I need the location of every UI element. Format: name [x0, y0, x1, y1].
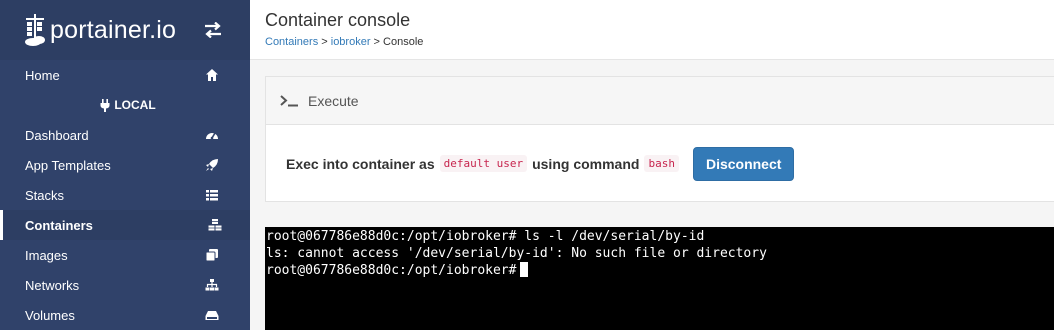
breadcrumb-separator: > [318, 36, 331, 48]
exec-prefix-text: Exec into container as [286, 155, 435, 172]
sidebar-item-volumes[interactable]: Volumes [0, 300, 250, 330]
sidebar: portainer.io Home LOCAL Dashboard App Te… [0, 0, 250, 330]
panel-body: Exec into container as default user usin… [266, 125, 1054, 202]
page-title: Container console [265, 10, 411, 30]
brand[interactable]: portainer.io [0, 0, 250, 60]
panel-title: Execute [308, 92, 359, 109]
sidebar-item-app-templates[interactable]: App Templates [0, 150, 250, 180]
portainer-logo-icon [25, 14, 45, 46]
execute-panel: Execute Exec into container as default u… [265, 76, 1054, 202]
terminal-prompt-line: root@067786e88d0c:/opt/iobroker# [266, 262, 1053, 279]
home-icon [206, 69, 218, 81]
breadcrumb-container-link[interactable]: iobroker [331, 36, 371, 48]
exec-command-code: bash [644, 155, 679, 172]
terminal-line: ls: cannot access '/dev/serial/by-id': N… [266, 246, 767, 261]
plug-icon [100, 98, 110, 112]
breadcrumb-separator: > [370, 36, 384, 48]
sidebar-nav-top: Home [0, 60, 250, 90]
hdd-icon [205, 311, 219, 320]
endpoint-name: LOCAL [0, 90, 250, 120]
sidebar-nav: Dashboard App Templates Stacks Container… [0, 120, 250, 330]
terminal-prompt: root@067786e88d0c:/opt/iobroker# [266, 263, 517, 278]
terminal[interactable]: root@067786e88d0c:/opt/iobroker# ls -l /… [265, 227, 1054, 330]
sidebar-item-containers[interactable]: Containers [0, 210, 250, 240]
rocket-icon [206, 159, 218, 171]
sidebar-item-networks[interactable]: Networks [0, 270, 250, 300]
cubes-icon [208, 219, 222, 231]
terminal-cursor [520, 262, 529, 277]
page-header: Container console Containers > iobroker … [250, 0, 1054, 60]
exec-using-text: using command [532, 155, 640, 172]
sidebar-item-images[interactable]: Images [0, 240, 250, 270]
brand-name: portainer.io [50, 15, 177, 44]
endpoint-label: LOCAL [114, 98, 156, 112]
exchange-icon[interactable] [203, 22, 223, 38]
exec-user-code: default user [439, 155, 528, 172]
panel-header: Execute [266, 77, 1054, 125]
clone-icon [205, 249, 218, 262]
sitemap-icon [205, 279, 219, 291]
tachometer-icon [206, 132, 218, 140]
terminal-line: root@067786e88d0c:/opt/iobroker# ls -l /… [266, 229, 705, 244]
terminal-icon [280, 94, 298, 106]
breadcrumb-current: Console [383, 36, 424, 48]
list-icon [206, 190, 218, 201]
breadcrumb-containers-link[interactable]: Containers [265, 36, 318, 48]
sidebar-item-dashboard[interactable]: Dashboard [0, 120, 250, 150]
breadcrumb: Containers > iobroker > Console [265, 36, 1039, 48]
disconnect-button[interactable]: Disconnect [692, 146, 795, 181]
sidebar-item-stacks[interactable]: Stacks [0, 180, 250, 210]
sidebar-item-home[interactable]: Home [0, 60, 250, 90]
